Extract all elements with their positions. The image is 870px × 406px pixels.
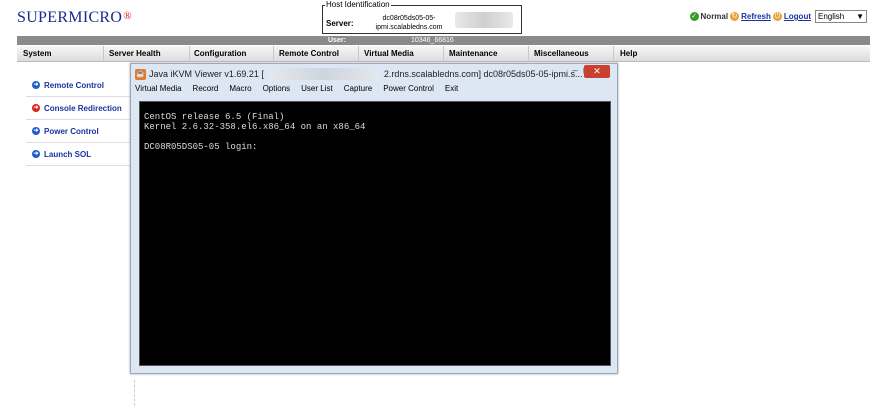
kvm-menu-virtual-media[interactable]: Virtual Media — [135, 84, 182, 97]
menu-maintenance[interactable]: Maintenance — [443, 46, 529, 61]
user-value: 10346_66816 — [411, 37, 454, 44]
menu-virtual-media[interactable]: Virtual Media — [358, 46, 444, 61]
menu-remote-control[interactable]: Remote Control — [273, 46, 359, 61]
divider — [134, 380, 135, 406]
java-icon: ☕ — [135, 68, 146, 80]
status-text: Normal — [700, 12, 729, 21]
sidebar-item-power-control[interactable]: ➜ Power Control — [26, 120, 130, 143]
language-select[interactable]: English ▼ — [815, 10, 867, 23]
host-identification: Host Identification Server: dc08r05ds05-… — [322, 0, 522, 34]
arrow-right-icon: ➜ — [32, 127, 40, 135]
ikvm-viewer-window[interactable]: ☕ Java iKVM Viewer v1.69.21 [ 2.rdns.sca… — [130, 63, 618, 374]
sidebar-item-launch-sol[interactable]: ➜ Launch SOL — [26, 143, 130, 166]
arrow-right-icon: ➜ — [32, 150, 40, 158]
status-ok-icon: ✓ — [689, 12, 699, 21]
user-label: User: — [328, 37, 346, 44]
refresh-icon[interactable]: ↻ — [730, 12, 740, 21]
kvm-menu-exit[interactable]: Exit — [445, 84, 458, 97]
sidebar: ➜ Remote Control ➜ Console Redirection ➜ Po… — [26, 74, 130, 166]
arrow-right-icon: ➜ — [32, 104, 40, 112]
kvm-menu-macro[interactable]: Macro — [229, 84, 251, 97]
sidebar-item-console-redirection[interactable]: ➜ Console Redirection — [26, 97, 130, 120]
host-identification-legend: Host Identification — [325, 0, 391, 9]
kvm-menu-power-control[interactable]: Power Control — [383, 84, 434, 97]
redacted-block — [269, 68, 379, 80]
menu-system[interactable]: System — [17, 46, 104, 61]
server-label: Server: — [326, 19, 354, 28]
console-text: CentOS release 6.5 (Final) Kernel 2.6.32… — [144, 112, 366, 152]
redacted-block — [455, 12, 513, 28]
menu-help[interactable]: Help — [614, 46, 680, 61]
supermicro-logo: SUPERMICRO® — [17, 9, 132, 26]
chevron-down-icon: ▼ — [856, 12, 864, 21]
arrow-right-icon: ➜ — [32, 81, 40, 89]
close-button[interactable]: ✕ — [584, 65, 610, 78]
main-menu: System Server Health Configuration Remot… — [17, 46, 870, 62]
logout-icon[interactable]: ⏻ — [772, 12, 782, 21]
top-right-controls: ✓ Normal ↻ Refresh ⏻ Logout English ▼ — [689, 10, 867, 23]
menu-server-health[interactable]: Server Health — [103, 46, 190, 61]
logout-link[interactable]: Logout — [784, 12, 811, 21]
user-bar: User: 10346_66816 — [17, 36, 870, 45]
kvm-menu: Virtual Media Record Macro Options User … — [135, 84, 458, 97]
menu-configuration[interactable]: Configuration — [188, 46, 274, 61]
sidebar-item-remote-control[interactable]: ➜ Remote Control — [26, 74, 130, 97]
menu-miscellaneous[interactable]: Miscellaneous — [528, 46, 614, 61]
kvm-menu-record[interactable]: Record — [193, 84, 219, 97]
kvm-menu-user-list[interactable]: User List — [301, 84, 333, 97]
refresh-link[interactable]: Refresh — [741, 12, 771, 21]
console-screen[interactable]: CentOS release 6.5 (Final) Kernel 2.6.32… — [139, 101, 611, 366]
kvm-menu-capture[interactable]: Capture — [344, 84, 372, 97]
server-value: dc08r05ds05-05- ipmi.scalabledns.com — [375, 15, 443, 31]
kvm-menu-options[interactable]: Options — [263, 84, 291, 97]
